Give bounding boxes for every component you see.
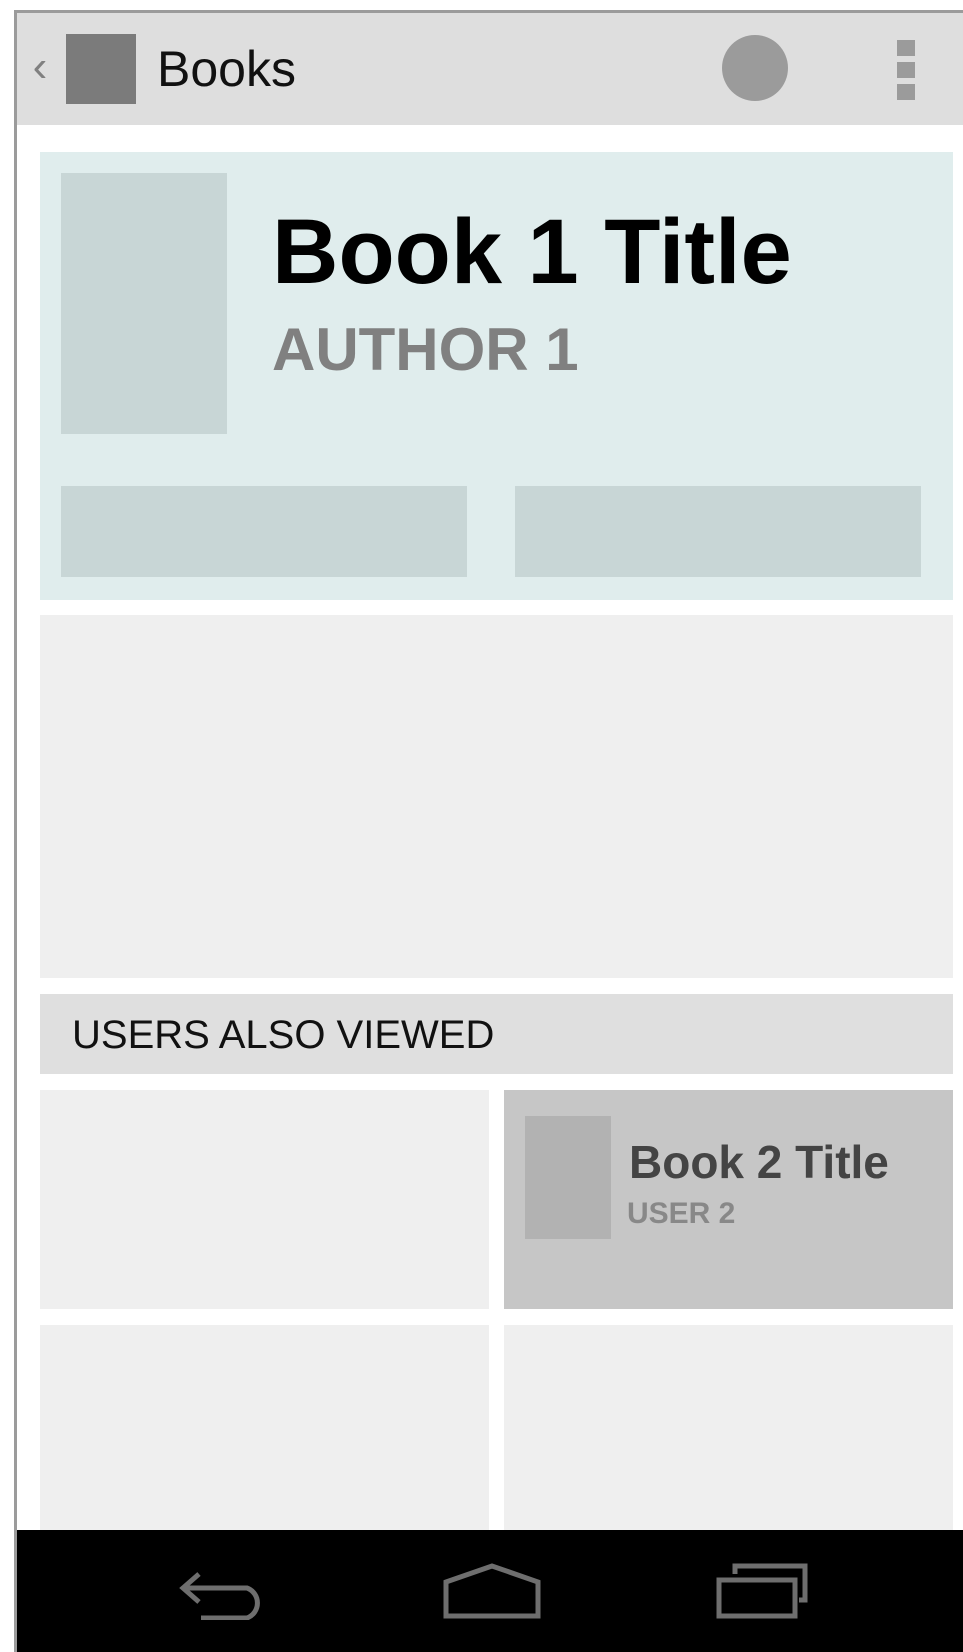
recommendation-card[interactable] [504,1325,953,1545]
phone-screen: ‹ Books Book 1 Title AUTHOR 1 USERS ALSO… [14,10,963,1652]
app-icon[interactable] [66,34,136,104]
recommendation-card[interactable] [40,1090,489,1309]
book-title: Book 1 Title [272,201,792,303]
home-icon[interactable] [442,1560,542,1620]
recommendation-card[interactable]: Book 2 Title USER 2 [504,1090,953,1309]
secondary-action-button[interactable] [515,486,921,577]
back-arrow-icon[interactable] [177,1560,273,1620]
book-cover-image [61,173,227,434]
avatar[interactable] [722,35,788,101]
system-navigation-bar [17,1530,963,1652]
recommendation-user: USER 2 [627,1197,736,1230]
section-header-label: USERS ALSO VIEWED [72,1013,495,1057]
section-header: USERS ALSO VIEWED [40,994,953,1074]
recommendation-title: Book 2 Title [629,1136,889,1188]
recommendation-cover-image [525,1116,611,1239]
featured-book-card[interactable]: Book 1 Title AUTHOR 1 [40,152,953,600]
chevron-left-icon[interactable]: ‹ [27,43,53,91]
recent-apps-icon[interactable] [715,1560,809,1620]
action-bar: ‹ Books [17,13,963,125]
app-title: Books [157,41,296,97]
primary-action-button[interactable] [61,486,467,577]
book-author: AUTHOR 1 [272,316,579,383]
book-description-placeholder [40,615,953,978]
overflow-menu-icon[interactable] [897,40,915,100]
recommendation-card[interactable] [40,1325,489,1545]
